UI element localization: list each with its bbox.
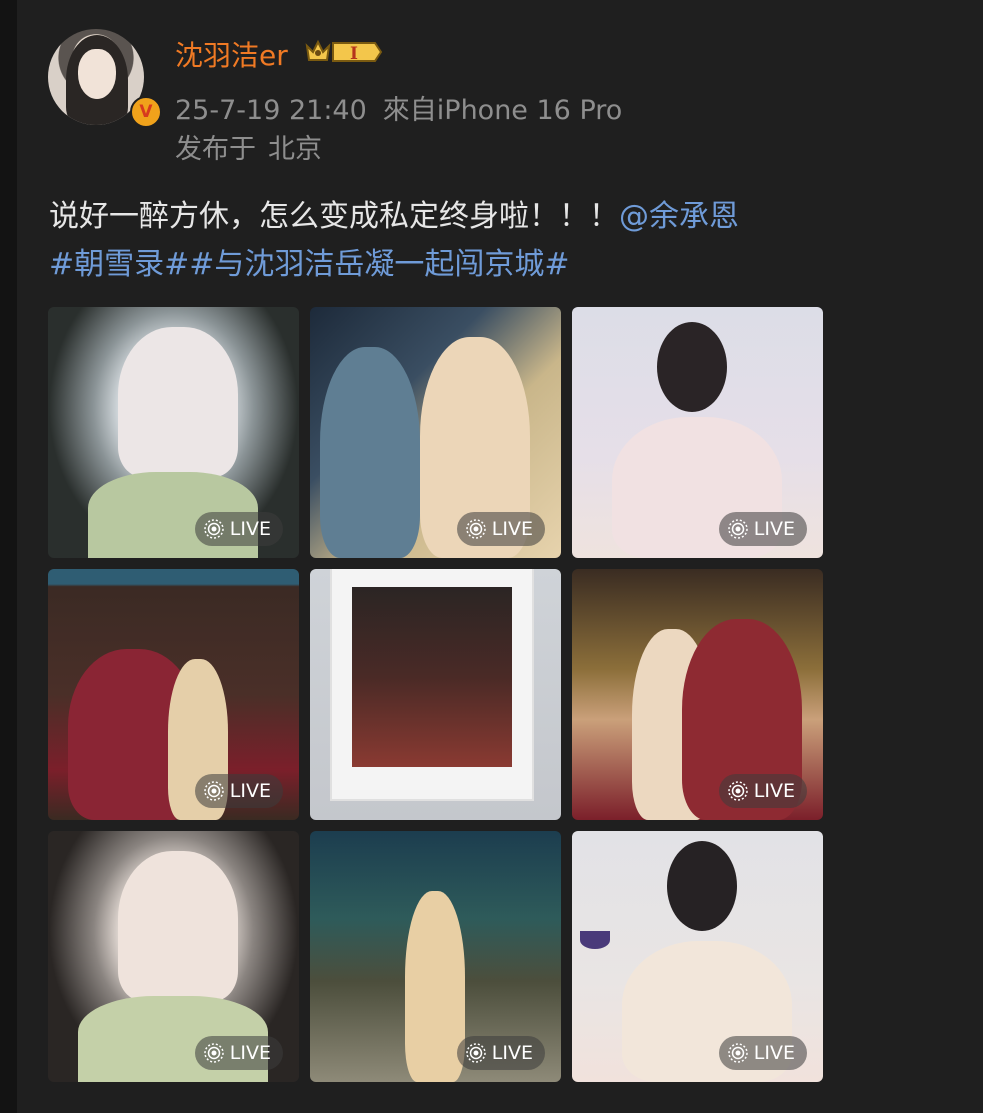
- weibo-post: V 沈羽洁er I 25-7-19 21:40 來自iPhone 16 Pro 发…: [17, 0, 983, 1113]
- live-badge: LIVE: [456, 1036, 545, 1070]
- polaroid-frame: [332, 569, 532, 799]
- avatar-face: [78, 49, 116, 99]
- hashtag-link[interactable]: #与沈羽洁岳凝一起闯京城#: [189, 247, 569, 282]
- photo-tile[interactable]: [310, 569, 561, 820]
- photo-grid: LIVE LIVE LIVE LIVE LIVE LIVE LIVE LIVE: [48, 307, 824, 1082]
- post-location: 发布于 北京: [175, 127, 334, 166]
- live-badge: LIVE: [718, 512, 807, 546]
- photo-figure: [118, 851, 238, 1001]
- post-text: 说好一醉方休，怎么变成私定终身啦！！！: [49, 199, 619, 234]
- photo-tile[interactable]: LIVE: [48, 569, 299, 820]
- live-photo-icon: [728, 1043, 748, 1063]
- mention-link[interactable]: @余承恩: [619, 199, 739, 234]
- live-badge: LIVE: [194, 1036, 283, 1070]
- photo-figure: [667, 841, 737, 931]
- photo-tile[interactable]: LIVE: [310, 831, 561, 1082]
- live-badge: LIVE: [194, 774, 283, 808]
- post-timestamp: 25-7-19 21:40: [175, 95, 367, 126]
- live-label: LIVE: [753, 780, 795, 802]
- photo-tile[interactable]: LIVE: [572, 569, 823, 820]
- verified-badge-icon: V: [130, 96, 162, 128]
- hashtag-link[interactable]: #朝雪录#: [49, 247, 189, 282]
- photo-figure: [320, 347, 420, 558]
- wine-cup: [580, 931, 610, 949]
- photo-tile[interactable]: LIVE: [48, 307, 299, 558]
- post-meta: 25-7-19 21:40 來自iPhone 16 Pro: [175, 88, 638, 127]
- live-badge: LIVE: [194, 512, 283, 546]
- live-label: LIVE: [229, 1042, 271, 1064]
- live-photo-icon: [204, 781, 224, 801]
- live-label: LIVE: [753, 518, 795, 540]
- post-content: 说好一醉方休，怎么变成私定终身啦！！！@余承恩 #朝雪录##与沈羽洁岳凝一起闯京…: [49, 193, 949, 289]
- photo-figure: [657, 322, 727, 412]
- live-badge: LIVE: [456, 512, 545, 546]
- photo-tile[interactable]: LIVE: [572, 831, 823, 1082]
- post-source: 來自iPhone 16 Pro: [382, 95, 623, 126]
- live-photo-icon: [204, 1043, 224, 1063]
- live-photo-icon: [728, 781, 748, 801]
- live-label: LIVE: [229, 518, 271, 540]
- username[interactable]: 沈羽洁er: [175, 34, 288, 74]
- vip-level-icon[interactable]: I: [303, 38, 383, 66]
- vip-level-text: I: [350, 44, 358, 64]
- live-photo-icon: [204, 519, 224, 539]
- location-prefix: 发布于: [175, 134, 256, 165]
- live-label: LIVE: [491, 518, 533, 540]
- photo-tile[interactable]: LIVE: [310, 307, 561, 558]
- live-label: LIVE: [491, 1042, 533, 1064]
- live-photo-icon: [466, 519, 486, 539]
- live-badge: LIVE: [718, 1036, 807, 1070]
- photo-figure: [118, 327, 238, 477]
- photo-tile[interactable]: LIVE: [572, 307, 823, 558]
- location-name: 北京: [268, 134, 322, 165]
- polaroid-photo: [352, 587, 512, 767]
- photo-figure: [405, 891, 465, 1082]
- live-label: LIVE: [229, 780, 271, 802]
- photo-tile[interactable]: LIVE: [48, 831, 299, 1082]
- live-badge: LIVE: [718, 774, 807, 808]
- live-photo-icon: [728, 519, 748, 539]
- live-label: LIVE: [753, 1042, 795, 1064]
- live-photo-icon: [466, 1043, 486, 1063]
